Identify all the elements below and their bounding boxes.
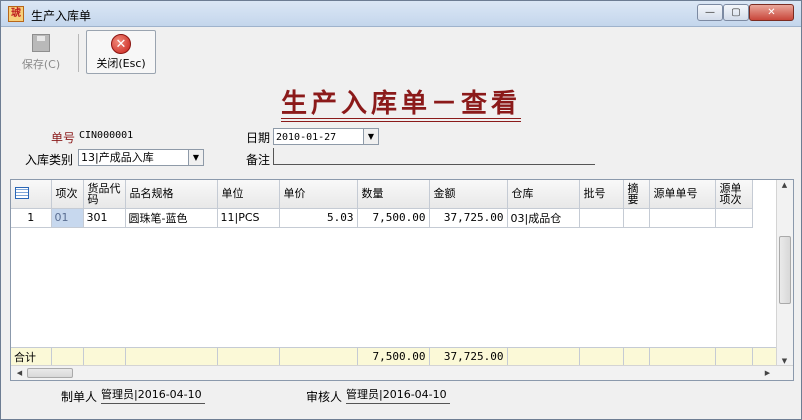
cell-amount[interactable]: 37,725.00 [429,208,508,228]
doc-no-label: 单号 [51,131,76,145]
floppy-disk-icon [32,34,50,52]
cell-unit[interactable]: 11|PCS [217,208,280,228]
total-empty-cell [507,348,580,367]
total-empty-cell [83,348,126,367]
scroll-up-icon[interactable]: ▲ [777,181,792,189]
close-button[interactable]: ✕ 关闭(Esc) [86,30,156,74]
type-value: 13|产成品入库 [81,151,154,164]
horizontal-scroll-thumb[interactable] [27,368,73,378]
grid-table: 项次 货品代码 品名规格 单位 单价 数量 金额 仓库 批号 摘要 源单单号 源… [11,180,753,228]
close-circle-icon: ✕ [111,34,131,54]
grid-icon [15,186,29,199]
type-select[interactable]: 13|产成品入库 ▼ [78,149,204,166]
cell-price[interactable]: 5.03 [279,208,358,228]
doc-no-value: CIN000001 [79,130,134,141]
total-amount: 37,725.00 [429,348,508,367]
column-header-warehouse[interactable]: 仓库 [507,180,580,209]
app-icon: 琥 [8,6,24,22]
total-qty: 7,500.00 [357,348,430,367]
title-underline [281,121,521,122]
cell-warehouse[interactable]: 03|成品仓 [507,208,580,228]
remark-label: 备注 [246,153,271,167]
total-empty-cell [51,348,84,367]
total-empty-cell [715,348,753,367]
column-header-selector[interactable] [11,180,52,209]
items-grid: 项次 货品代码 品名规格 单位 单价 数量 金额 仓库 批号 摘要 源单单号 源… [10,179,794,381]
remark-input[interactable] [273,148,595,165]
row-number: 1 [11,208,52,228]
window-close-button[interactable]: ✕ [749,4,794,21]
total-label: 合计 [11,348,52,367]
horizontal-scrollbar[interactable]: ◀ ▶ [11,365,793,380]
date-picker[interactable]: 2010-01-27 ▼ [273,128,379,145]
column-header-src-no[interactable]: 源单单号 [649,180,716,209]
scroll-right-icon[interactable]: ▶ [760,369,775,377]
chevron-down-icon[interactable]: ▼ [363,129,378,144]
reviewer-label: 审核人 [306,390,343,404]
grid-header-row: 项次 货品代码 品名规格 单位 单价 数量 金额 仓库 批号 摘要 源单单号 源… [11,180,753,209]
cell-code[interactable]: 301 [83,208,126,228]
total-empty-cell [217,348,280,367]
total-empty-cell [623,348,650,367]
column-header-code[interactable]: 货品代码 [83,180,126,209]
total-row: 合计 7,500.00 37,725.00 [11,347,793,367]
minimize-button[interactable]: — [697,4,723,21]
column-header-price[interactable]: 单价 [279,180,358,209]
column-header-src-item[interactable]: 源单项次 [715,180,753,209]
close-button-label: 关闭(Esc) [96,57,146,70]
save-button-label: 保存(C) [21,58,61,71]
total-table: 合计 7,500.00 37,725.00 [11,348,753,367]
cell-qty[interactable]: 7,500.00 [357,208,430,228]
column-header-batch[interactable]: 批号 [579,180,624,209]
title-underline [281,118,521,119]
creator-value: 管理员|2016-04-10 [101,386,205,404]
title-bar: 琥 生产入库单 — ▢ ✕ [1,1,801,27]
type-label: 入库类别 [25,153,74,167]
total-table-row: 合计 7,500.00 37,725.00 [11,348,753,367]
cell-item-no[interactable]: 01 [51,208,84,228]
window: 琥 生产入库单 — ▢ ✕ 保存(C) ✕ 关闭(Esc) 生产入库单－查看 单… [0,0,802,420]
scroll-down-icon[interactable]: ▼ [777,357,792,365]
total-empty-cell [579,348,624,367]
document-title: 生产入库单－查看 [280,89,521,119]
total-empty-cell [279,348,358,367]
window-title: 生产入库单 [31,9,92,23]
chevron-down-icon[interactable]: ▼ [188,150,203,165]
cell-src-no[interactable] [649,208,716,228]
creator-label: 制单人 [61,390,98,404]
column-header-name[interactable]: 品名规格 [125,180,218,209]
total-empty-cell [125,348,218,367]
cell-name[interactable]: 圆珠笔-蓝色 [125,208,218,228]
column-header-summary[interactable]: 摘要 [623,180,650,209]
column-header-amount[interactable]: 金额 [429,180,508,209]
column-header-item-no[interactable]: 项次 [51,180,84,209]
date-value: 2010-01-27 [276,132,337,143]
vertical-scrollbar[interactable]: ▲ ▼ [776,180,793,366]
table-row[interactable]: 1 01 301 圆珠笔-蓝色 11|PCS 5.03 7,500.00 37,… [11,208,753,228]
cell-batch[interactable] [579,208,624,228]
cell-src-item[interactable] [715,208,753,228]
reviewer-value: 管理员|2016-04-10 [346,386,450,404]
cell-summary[interactable] [623,208,650,228]
total-empty-cell [649,348,716,367]
date-label: 日期 [246,131,271,145]
vertical-scroll-thumb[interactable] [779,236,791,304]
toolbar-separator [78,34,79,72]
column-header-unit[interactable]: 单位 [217,180,280,209]
scroll-left-icon[interactable]: ◀ [12,369,27,377]
column-header-qty[interactable]: 数量 [357,180,430,209]
toolbar: 保存(C) ✕ 关闭(Esc) [3,28,799,77]
save-button[interactable]: 保存(C) [13,30,69,74]
maximize-button[interactable]: ▢ [723,4,749,21]
